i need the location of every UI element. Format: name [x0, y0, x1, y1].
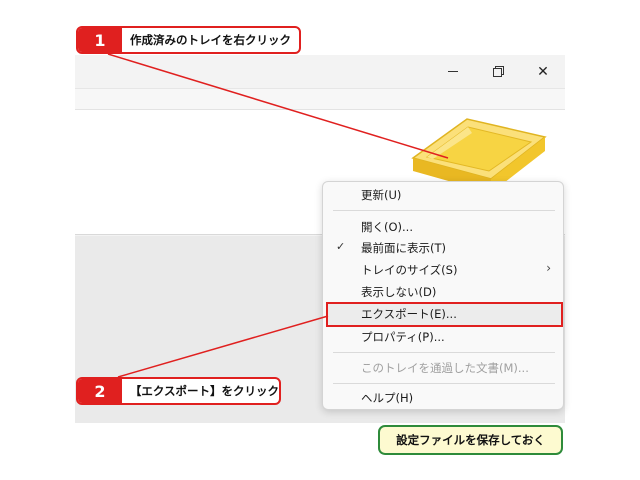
restore-button[interactable]: [475, 55, 521, 88]
menu-item-always-on-top[interactable]: ✓ 最前面に表示(T): [327, 237, 561, 259]
close-button[interactable]: ✕: [520, 55, 565, 88]
minimize-button[interactable]: [430, 55, 476, 88]
restore-icon: [492, 66, 504, 77]
step-2-text: 【エクスポート】をクリック: [129, 384, 279, 398]
menu-item-label: トレイのサイズ(S): [361, 263, 458, 277]
export-highlight-frame: [326, 302, 563, 327]
step-1-number: 1: [78, 28, 122, 52]
menu-item-label: 最前面に表示(T): [361, 241, 446, 255]
step-1-callout: 1 作成済みのトレイを右クリック: [76, 26, 301, 54]
menu-item-label: このトレイを通過した文書(M)...: [361, 361, 529, 375]
menu-item-tray-size[interactable]: トレイのサイズ(S) ›: [327, 259, 561, 281]
menu-separator: [333, 210, 555, 211]
step-1-text: 作成済みのトレイを右クリック: [130, 33, 291, 47]
menu-item-label: 開く(O)...: [361, 220, 413, 234]
menu-item-hide[interactable]: 表示しない(D): [327, 281, 561, 303]
checkmark-icon: ✓: [336, 240, 346, 253]
menu-separator: [333, 352, 555, 353]
step-2-number: 2: [78, 379, 122, 403]
menu-item-help[interactable]: ヘルプ(H): [327, 387, 561, 409]
close-icon: ✕: [537, 63, 549, 80]
menu-item-label: プロパティ(P)...: [361, 330, 445, 344]
menu-item-open[interactable]: 開く(O)...: [327, 216, 561, 238]
menu-item-properties[interactable]: プロパティ(P)...: [327, 326, 561, 348]
chevron-right-icon: ›: [546, 261, 551, 275]
context-menu: 更新(U) 開く(O)... ✓ 最前面に表示(T) トレイのサイズ(S) › …: [322, 181, 564, 410]
title-bar: ✕: [75, 55, 565, 88]
minimize-icon: [448, 71, 458, 72]
tip-text: 設定ファイルを保存しておく: [396, 433, 545, 447]
menu-separator: [333, 383, 555, 384]
toolbar-strip: [75, 88, 565, 110]
tip-note: 設定ファイルを保存しておく: [378, 425, 563, 455]
menu-item-label: 表示しない(D): [361, 285, 437, 299]
menu-item-refresh[interactable]: 更新(U): [327, 184, 561, 206]
step-2-callout: 2 【エクスポート】をクリック: [76, 377, 281, 405]
menu-item-documents-passed: このトレイを通過した文書(M)...: [327, 357, 561, 379]
menu-item-label: 更新(U): [361, 188, 402, 202]
menu-item-label: ヘルプ(H): [361, 391, 414, 405]
